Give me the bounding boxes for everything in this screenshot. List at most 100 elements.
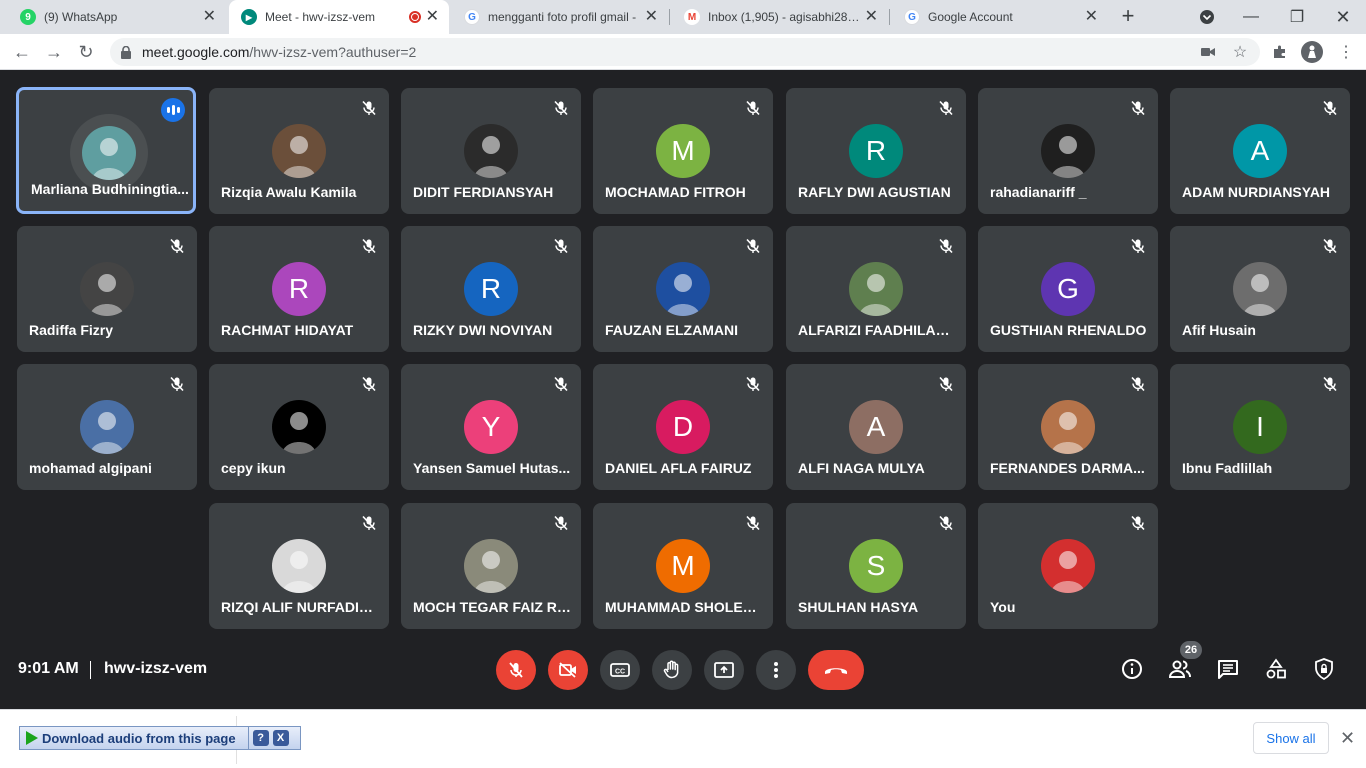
mic-off-icon [509, 662, 523, 678]
restore-button[interactable]: ❐ [1274, 0, 1320, 34]
participant-tile[interactable]: cepy ikun [209, 364, 389, 490]
bookmark-star-icon[interactable]: ☆ [1230, 42, 1250, 62]
participant-avatar [1041, 124, 1095, 178]
lock-icon[interactable] [120, 45, 132, 59]
participant-tile[interactable]: Marliana Budhiningtia... [16, 87, 196, 214]
participant-name: Yansen Samuel Hutas... [413, 460, 571, 476]
participant-tile[interactable]: M MOCHAMAD FITROH [593, 88, 773, 214]
participant-name: ALFARIZI FAADHILAH ... [798, 322, 956, 338]
mic-muted-icon [938, 100, 954, 116]
tab-title: Google Account [928, 10, 1013, 24]
reload-button[interactable]: ↻ [74, 40, 98, 64]
download-audio-button[interactable]: Download audio from this page [20, 727, 249, 749]
address-bar[interactable]: meet.google.com/hwv-izsz-vem?authuser=2 [110, 38, 1260, 66]
leave-call-button[interactable] [808, 650, 864, 690]
participant-tile[interactable]: MOCH TEGAR FAIZ RI... [401, 503, 581, 629]
participant-tile[interactable]: R RACHMAT HIDAYAT [209, 226, 389, 352]
close-tab-icon[interactable]: ✕ [1085, 9, 1098, 25]
show-everyone-button[interactable] [1168, 657, 1192, 681]
more-options-button[interactable] [756, 650, 796, 690]
mic-muted-icon [938, 515, 954, 531]
participant-name: RIZQI ALIF NURFADILL... [221, 599, 379, 615]
captions-button[interactable]: CC [600, 650, 640, 690]
raise-hand-button[interactable] [652, 650, 692, 690]
chat-button[interactable] [1216, 657, 1240, 681]
tab-whatsapp[interactable]: 9 (9) WhatsApp ✕ [8, 0, 226, 34]
participant-tile[interactable]: M MUHAMMAD SHOLEH... [593, 503, 773, 629]
close-tab-icon[interactable]: ✕ [426, 9, 439, 25]
host-controls-button[interactable] [1312, 657, 1336, 681]
profile-avatar[interactable] [1301, 41, 1323, 63]
participant-tile[interactable]: DIDIT FERDIANSYAH [401, 88, 581, 214]
participant-tile[interactable]: A ALFI NAGA MULYA [786, 364, 966, 490]
participant-tile[interactable]: I Ibnu Fadlillah [1170, 364, 1350, 490]
close-tab-icon[interactable]: ✕ [865, 9, 878, 25]
participant-tile[interactable]: Afif Husain [1170, 226, 1350, 352]
new-tab-button[interactable]: + [1117, 5, 1139, 28]
participant-tile[interactable]: S SHULHAN HASYA [786, 503, 966, 629]
tab-gmail[interactable]: M Inbox (1,905) - agisabhi28@... ✕ [672, 0, 888, 34]
mic-muted-icon [553, 376, 569, 392]
shapes-icon [1266, 658, 1286, 679]
participant-name: MUHAMMAD SHOLEH... [605, 599, 763, 615]
tab-google-search[interactable]: G mengganti foto profil gmail - ✕ [452, 0, 668, 34]
participant-name: RIZKY DWI NOVIYAN [413, 322, 553, 338]
close-extension-bar-button[interactable]: X [272, 730, 289, 746]
mic-muted-icon [361, 515, 377, 531]
participant-tile[interactable]: G GUSTHIAN RHENALDO [978, 226, 1158, 352]
close-tab-icon[interactable]: ✕ [203, 9, 216, 25]
show-all-downloads-button[interactable]: Show all [1253, 722, 1329, 754]
close-shelf-icon[interactable]: ✕ [1340, 729, 1355, 747]
more-vert-icon [774, 662, 778, 678]
meeting-details-button[interactable] [1120, 657, 1144, 681]
extensions-puzzle-icon[interactable] [1270, 42, 1290, 62]
browser-menu-icon[interactable]: ⋮ [1336, 42, 1356, 62]
participant-name: Ibnu Fadlillah [1182, 460, 1273, 476]
camera-toggle-button[interactable] [548, 650, 588, 690]
tab-separator [669, 9, 670, 25]
participant-tile[interactable]: Y Yansen Samuel Hutas... [401, 364, 581, 490]
participant-name: mohamad algipani [29, 460, 152, 476]
activities-button[interactable] [1264, 657, 1288, 681]
participant-tile[interactable]: Radiffa Fizry [17, 226, 197, 352]
minimize-button[interactable]: — [1228, 0, 1274, 34]
participant-tile[interactable]: R RAFLY DWI AGUSTIAN [786, 88, 966, 214]
participant-tile[interactable]: RIZQI ALIF NURFADILL... [209, 503, 389, 629]
microphone-toggle-button[interactable] [496, 650, 536, 690]
forward-button[interactable]: → [42, 40, 66, 64]
hang-up-icon [825, 668, 847, 674]
chevron-down-icon [1200, 10, 1214, 24]
tab-google-account[interactable]: G Google Account ✕ [892, 0, 1108, 34]
participant-tile[interactable]: FAUZAN ELZAMANI [593, 226, 773, 352]
participant-tile[interactable]: FERNANDES DARMA... [978, 364, 1158, 490]
tab-meet[interactable]: ▶ Meet - hwv-izsz-vem ✕ [229, 0, 449, 34]
camera-off-icon [559, 662, 576, 678]
participant-tile[interactable]: rahadianariff _ [978, 88, 1158, 214]
camera-in-use-icon[interactable] [1198, 42, 1218, 62]
participant-avatar: R [464, 262, 518, 316]
tab-title: Meet - hwv-izsz-vem [265, 10, 376, 24]
participant-avatar [82, 126, 136, 180]
close-window-button[interactable]: ✕ [1320, 0, 1366, 34]
recording-indicator-icon [409, 11, 421, 23]
back-button[interactable]: ← [10, 40, 34, 64]
audio-download-extension-bar: Download audio from this page ? X [19, 726, 301, 750]
help-button[interactable]: ? [252, 730, 269, 746]
participant-tile[interactable]: Rizqia Awalu Kamila [209, 88, 389, 214]
tab-search-button[interactable] [1184, 0, 1230, 34]
google-meet-icon: ▶ [241, 9, 257, 25]
participant-tile[interactable]: ALFARIZI FAADHILAH ... [786, 226, 966, 352]
mic-muted-icon [745, 376, 761, 392]
participant-tile[interactable]: mohamad algipani [17, 364, 197, 490]
participant-tile[interactable]: R RIZKY DWI NOVIYAN [401, 226, 581, 352]
participant-tile[interactable]: D DANIEL AFLA FAIRUZ [593, 364, 773, 490]
google-icon: G [464, 9, 480, 25]
close-tab-icon[interactable]: ✕ [645, 9, 658, 25]
present-screen-button[interactable] [704, 650, 744, 690]
participant-avatar: I [1233, 400, 1287, 454]
info-icon [1122, 659, 1142, 679]
meeting-code: hwv-izsz-vem [104, 660, 208, 677]
participant-tile[interactable]: You [978, 503, 1158, 629]
participant-tile[interactable]: A ADAM NURDIANSYAH [1170, 88, 1350, 214]
mic-muted-icon [1130, 238, 1146, 254]
